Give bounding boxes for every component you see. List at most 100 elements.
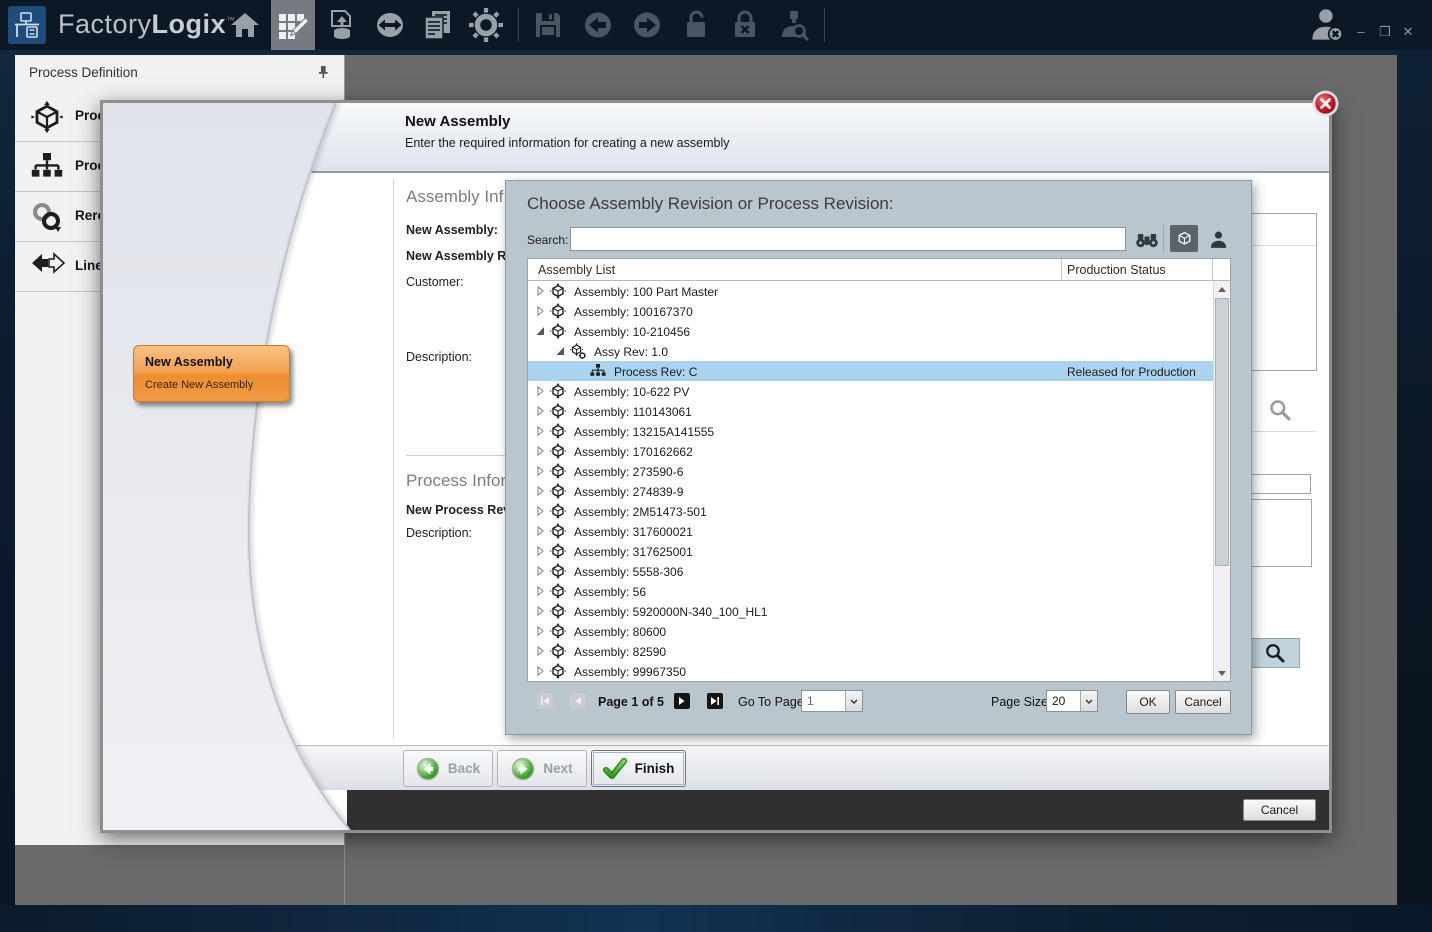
description-textarea[interactable] (1243, 499, 1312, 567)
tree-row[interactable]: Assembly: 110143061 (528, 401, 1213, 421)
next-button[interactable]: Next (497, 750, 587, 787)
scroll-down-arrow-icon[interactable] (1214, 665, 1230, 681)
form-divider (393, 179, 394, 739)
tree-row[interactable]: Assembly: 82590 (528, 641, 1213, 661)
collapsed-expander-icon[interactable] (536, 526, 545, 536)
close-dialog-button[interactable] (1312, 90, 1339, 117)
collapsed-expander-icon[interactable] (536, 286, 545, 296)
binoculars-icon[interactable] (1135, 232, 1159, 248)
tree-row[interactable]: Assembly: 100 Part Master (528, 281, 1213, 301)
tree-row[interactable]: Assembly: 5558-306 (528, 561, 1213, 581)
tree-row[interactable]: Assembly: 317600021 (528, 521, 1213, 541)
collapsed-expander-icon[interactable] (536, 386, 545, 396)
list-row-divider (1250, 245, 1316, 246)
search-button[interactable] (1250, 638, 1300, 668)
tree-row[interactable]: Assembly: 56 (528, 581, 1213, 601)
settings-gear-button[interactable] (464, 0, 508, 50)
scroll-up-arrow-icon[interactable] (1214, 281, 1230, 297)
tree-row[interactable]: Assembly: 273590-6 (528, 461, 1213, 481)
import-data-button[interactable] (320, 0, 364, 50)
column-header-production-status[interactable]: Production Status (1067, 263, 1166, 277)
collapsed-expander-icon[interactable] (536, 566, 545, 576)
goto-page-combo[interactable]: 1 (801, 690, 863, 712)
filter-assemblies-button[interactable] (1170, 225, 1198, 252)
collapsed-expander-icon[interactable] (536, 666, 545, 676)
new-assembly-label: New Assembly: (406, 223, 498, 237)
cancel-button[interactable]: Cancel (1243, 799, 1316, 821)
collapsed-expander-icon[interactable] (536, 406, 545, 416)
sync-button[interactable] (368, 0, 412, 50)
first-page-button[interactable] (537, 693, 553, 709)
tree-row[interactable]: Assembly: 100167370 (528, 301, 1213, 321)
scrollbar-thumb[interactable] (1215, 298, 1229, 566)
pin-icon[interactable] (316, 65, 330, 79)
collapsed-expander-icon[interactable] (536, 486, 545, 496)
expanded-expander-icon[interactable] (556, 346, 565, 356)
tree-row[interactable]: Assy Rev: 1.0 (528, 341, 1213, 361)
unlock-button[interactable] (675, 0, 719, 50)
navigate-back-button[interactable] (576, 0, 620, 50)
next-page-button[interactable] (674, 693, 690, 709)
collapsed-expander-icon[interactable] (536, 646, 545, 656)
tree-row[interactable]: Assembly: 99967350 (528, 661, 1213, 681)
production-status: Released for Production (1067, 365, 1196, 379)
revision-input[interactable] (1243, 474, 1311, 494)
tree-row[interactable]: Process Rev: C Released for Production (528, 361, 1213, 381)
navigate-forward-button[interactable] (625, 0, 669, 50)
tree-row[interactable]: Assembly: 274839-9 (528, 481, 1213, 501)
close-window-button[interactable]: ✕ (1399, 24, 1417, 40)
search-input[interactable] (570, 227, 1126, 251)
tree-row[interactable]: Assembly: 5920000N-340_100_HL1 (528, 601, 1213, 621)
finish-button[interactable]: Finish (591, 750, 686, 787)
dropdown-arrow-icon[interactable] (1080, 691, 1097, 711)
assembly-icon (550, 543, 566, 559)
ok-button[interactable]: OK (1126, 690, 1170, 714)
filter-people-button[interactable] (1205, 227, 1231, 251)
chooser-cancel-button[interactable]: Cancel (1175, 690, 1231, 714)
collapsed-expander-icon[interactable] (536, 546, 545, 556)
column-divider[interactable] (1212, 259, 1213, 281)
previous-page-button[interactable] (570, 693, 586, 709)
tree-row[interactable]: Assembly: 10-210456 (528, 321, 1213, 341)
column-divider[interactable] (1061, 259, 1062, 281)
collapsed-expander-icon[interactable] (536, 506, 545, 516)
tree-row[interactable]: Assembly: 170162662 (528, 441, 1213, 461)
column-header-assembly-list[interactable]: Assembly List (538, 263, 615, 277)
collapsed-expander-icon[interactable] (536, 446, 545, 456)
assembly-icon (550, 563, 566, 579)
last-page-button[interactable] (707, 693, 723, 709)
tree-row[interactable]: Assembly: 80600 (528, 621, 1213, 641)
collapsed-expander-icon[interactable] (536, 426, 545, 436)
tree-row-label: Process Rev: C (614, 365, 697, 379)
brand-text: FactoryLogix™ (58, 9, 236, 40)
assembly-icon (550, 283, 566, 299)
user-search-button[interactable] (772, 0, 816, 50)
collapsed-expander-icon[interactable] (536, 306, 545, 316)
maximize-button[interactable]: ❒ (1376, 24, 1394, 40)
collapsed-expander-icon[interactable] (536, 466, 545, 476)
tree-row[interactable]: Assembly: 10-622 PV (528, 381, 1213, 401)
back-button[interactable]: Back (403, 750, 493, 787)
vertical-scrollbar[interactable] (1213, 281, 1230, 681)
dialog-subtitle: Enter the required information for creat… (405, 136, 729, 150)
page-size-combo[interactable]: 20 (1046, 690, 1098, 712)
tree-row[interactable]: Assembly: 2M51473-501 (528, 501, 1213, 521)
user-logout-button[interactable] (1305, 0, 1349, 50)
save-button[interactable] (526, 0, 570, 50)
assembly-icon (550, 483, 566, 499)
customer-list-box[interactable] (1249, 213, 1317, 371)
reports-button[interactable] (415, 0, 459, 50)
collapsed-expander-icon[interactable] (536, 606, 545, 616)
collapsed-expander-icon[interactable] (536, 626, 545, 636)
lock-remove-button[interactable] (723, 0, 767, 50)
tree-row[interactable]: Assembly: 13215A141555 (528, 421, 1213, 441)
new-process-revision-label: New Process Revi (406, 503, 514, 517)
dropdown-arrow-icon[interactable] (845, 691, 862, 711)
process-editor-button[interactable] (271, 0, 315, 50)
assembly-icon (550, 603, 566, 619)
minimize-button[interactable]: – (1352, 24, 1370, 39)
tree-row[interactable]: Assembly: 317625001 (528, 541, 1213, 561)
expanded-expander-icon[interactable] (536, 326, 545, 336)
home-button[interactable] (223, 0, 267, 50)
collapsed-expander-icon[interactable] (536, 586, 545, 596)
